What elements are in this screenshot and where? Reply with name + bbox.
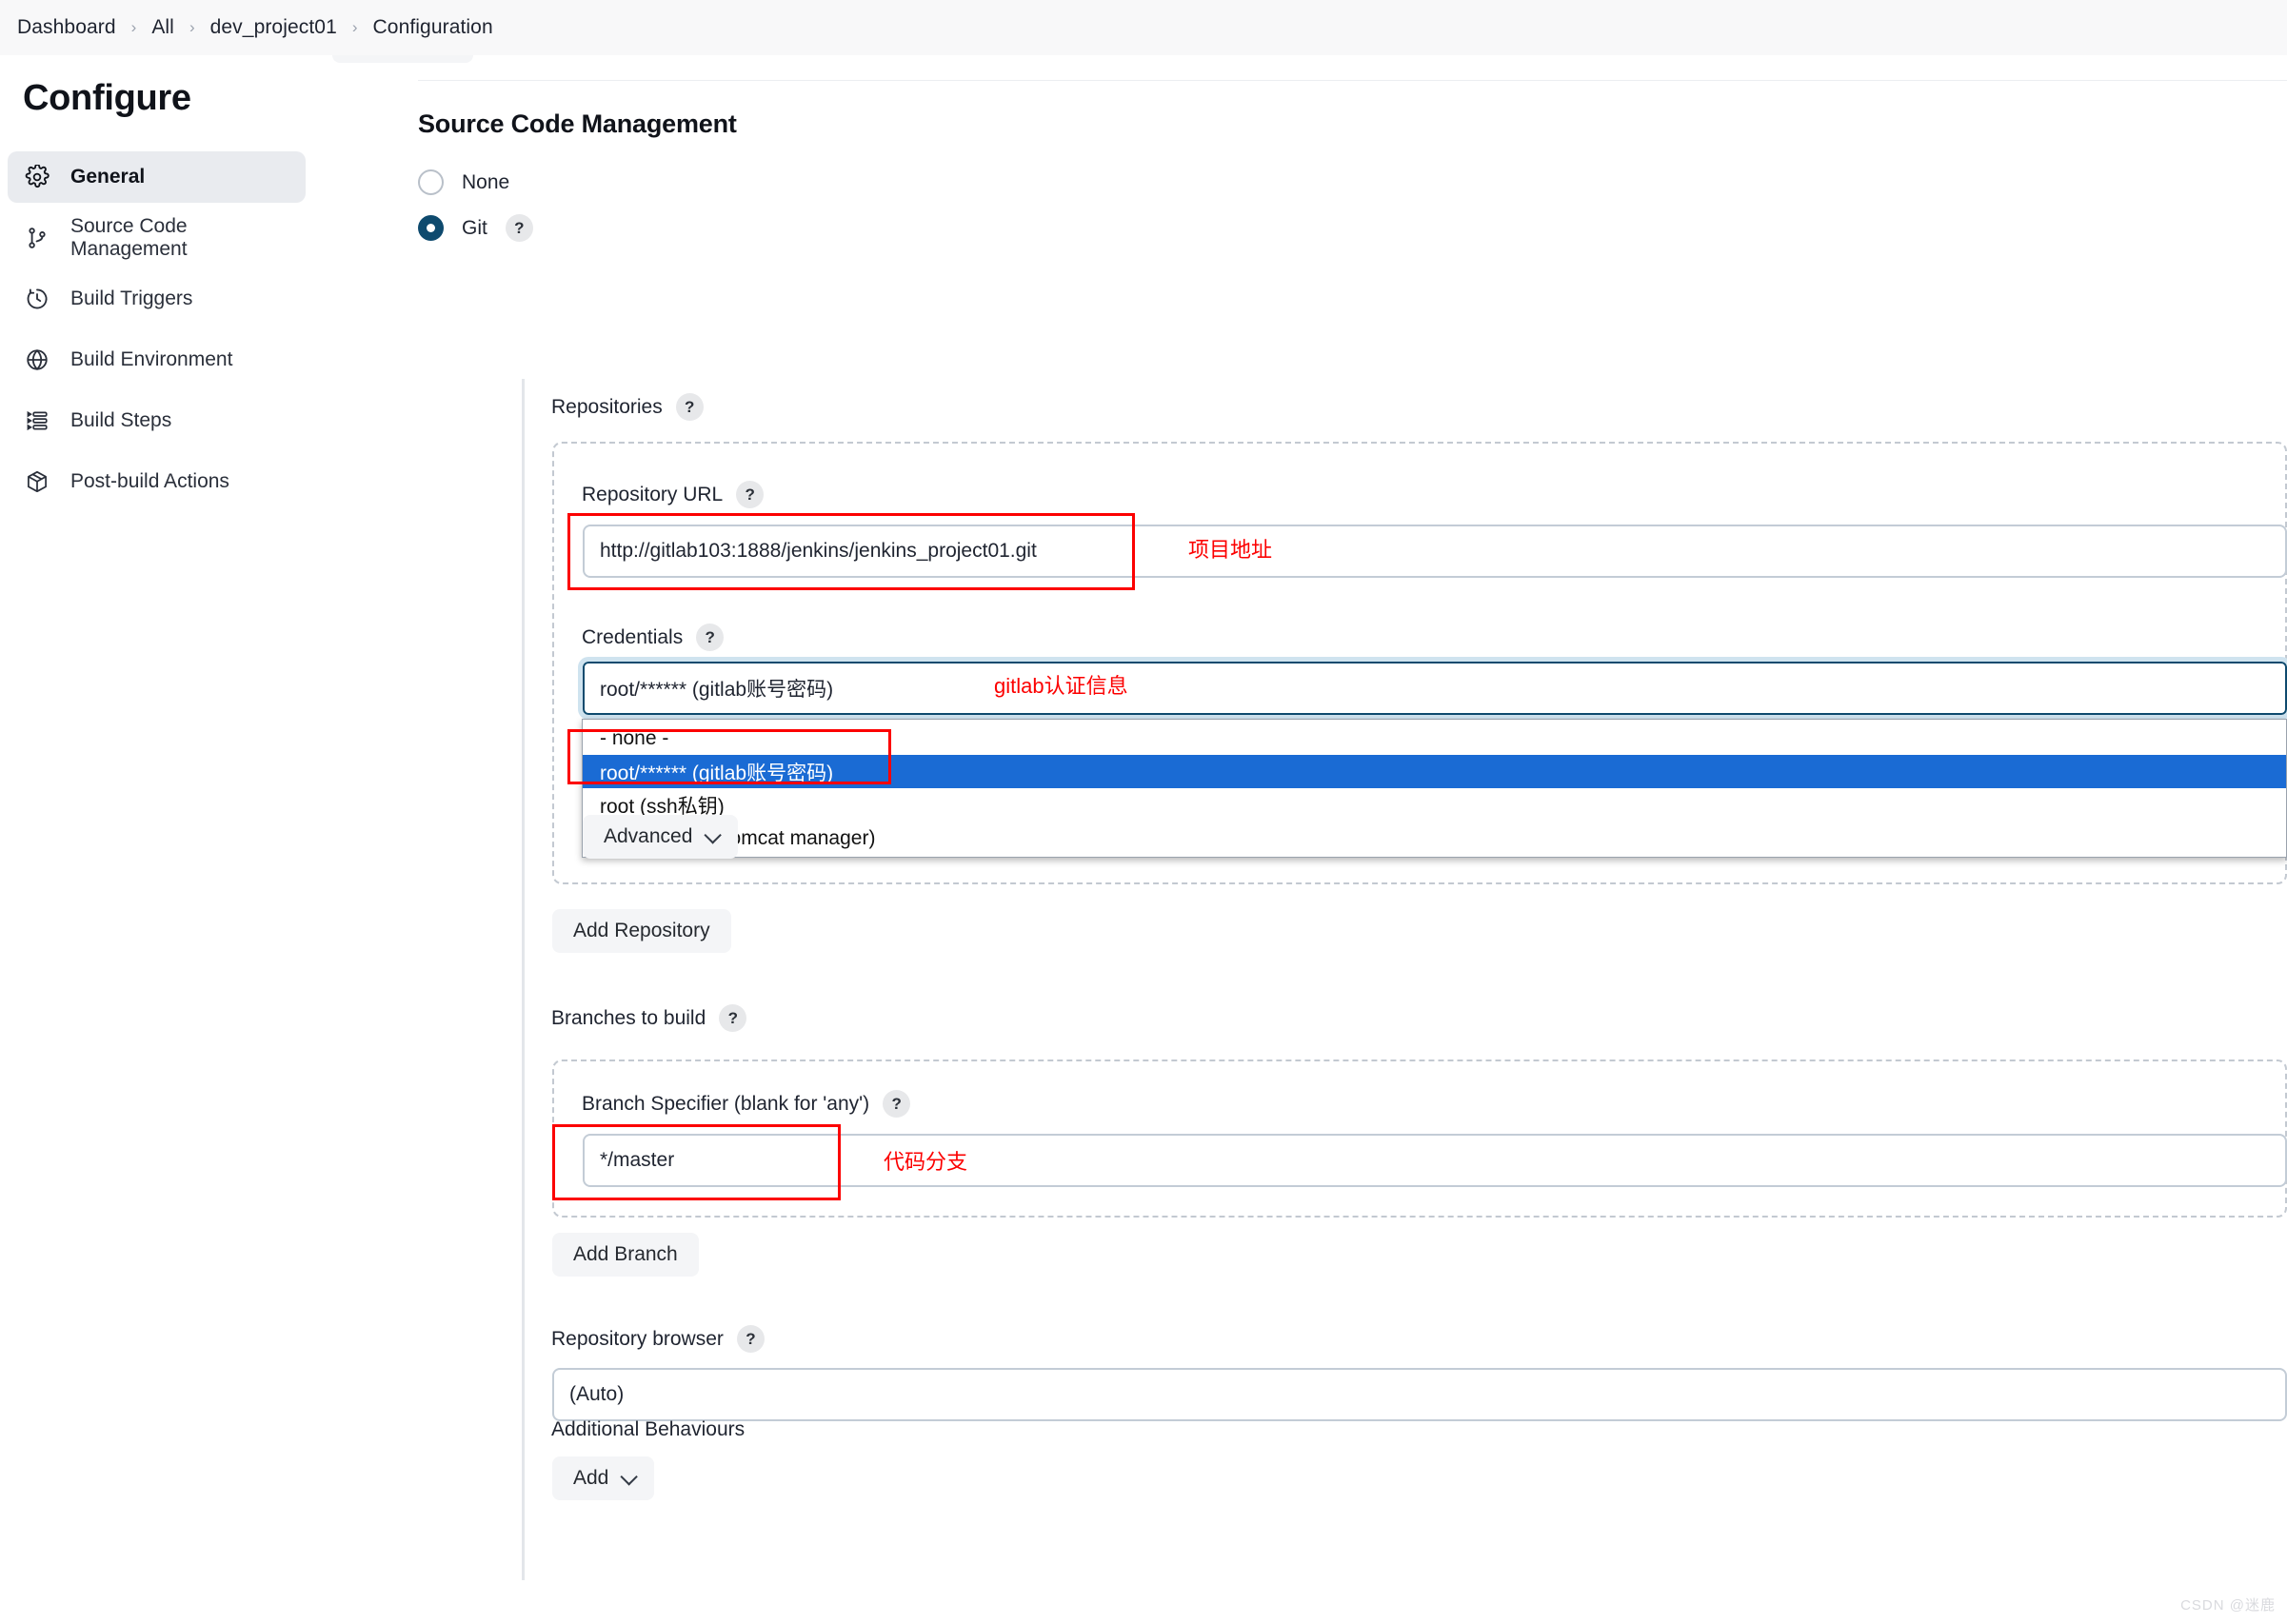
credentials-select[interactable]: root/****** (gitlab账号密码) [578, 657, 2287, 720]
scm-option-none-label: None [462, 170, 510, 193]
scm-option-none[interactable]: None [418, 169, 509, 195]
annotation-repository-url: 项目地址 [1188, 538, 1273, 562]
breadcrumb-item-configuration[interactable]: Configuration [369, 14, 497, 41]
radio-git[interactable] [418, 215, 444, 241]
content-divider [418, 80, 2287, 81]
breadcrumb-separator-icon: › [351, 17, 358, 36]
list-icon [25, 408, 50, 433]
watermark: CSDN @迷鹿 [2180, 1597, 2276, 1614]
sidebar-item-label: Build Steps [70, 409, 172, 431]
git-branch-icon [25, 226, 50, 250]
repository-url-label: Repository URL [582, 483, 724, 505]
help-icon-branches-to-build[interactable]: ? [719, 1004, 747, 1032]
credentials-label: Credentials [582, 625, 684, 648]
additional-behaviours-add-label: Add [573, 1467, 609, 1489]
sidebar-item-build-triggers[interactable]: Build Triggers [8, 273, 306, 325]
chevron-down-icon [620, 1467, 639, 1486]
sidebar-item-label: Source Code Management [70, 215, 188, 260]
credentials-option[interactable]: root (ssh私钥) [583, 788, 2286, 822]
branches-to-build-label: Branches to build [551, 1006, 706, 1029]
radio-none[interactable] [418, 169, 444, 195]
sidebar-item-label: Post-build Actions [70, 470, 229, 492]
credentials-option[interactable]: tomcat/****** (tomcat manager) [583, 822, 2286, 855]
sidebar-item-label: Build Environment [70, 348, 233, 370]
add-branch-button[interactable]: Add Branch [552, 1233, 699, 1277]
repository-browser-select[interactable]: (Auto) [552, 1368, 2287, 1421]
breadcrumb-separator-icon: › [189, 17, 195, 36]
additional-behaviours-add-button[interactable]: Add [552, 1456, 655, 1500]
scm-option-git-label: Git [462, 216, 487, 239]
globe-icon [25, 347, 50, 372]
annotation-box-credentials-option [567, 729, 891, 784]
sidebar: Configure General Source Code Management… [0, 55, 332, 1624]
credentials-selected-value: root/****** (gitlab账号密码) [600, 679, 834, 701]
annotation-box-repository-url [567, 513, 1135, 590]
git-section-guide [522, 379, 525, 1580]
sidebar-item-source-code-management[interactable]: Source Code Management [8, 212, 306, 264]
help-icon-repository-browser[interactable]: ? [736, 1325, 765, 1353]
add-repository-label: Add Repository [573, 920, 710, 941]
jenkins-configure-page: Advanced Dashboard › All › dev_project01… [0, 0, 2287, 1624]
breadcrumb-separator-icon: › [130, 17, 137, 36]
additional-behaviours-label: Additional Behaviours [551, 1418, 746, 1440]
sidebar-item-label: Build Triggers [70, 287, 193, 309]
branch-specifier-label-row: Branch Specifier (blank for 'any') ? [582, 1090, 911, 1118]
add-branch-label: Add Branch [573, 1243, 678, 1265]
help-icon-git[interactable]: ? [505, 214, 533, 242]
repository-url-label-row: Repository URL ? [582, 481, 765, 508]
chevron-down-icon [704, 825, 723, 844]
annotation-credentials: gitlab认证信息 [994, 674, 1128, 698]
advanced-button-repositories-label: Advanced [604, 825, 693, 847]
repository-browser-value: (Auto) [569, 1383, 625, 1405]
sidebar-item-label: General [70, 166, 146, 188]
help-icon-repositories[interactable]: ? [675, 393, 704, 421]
repositories-label-row: Repositories ? [551, 393, 704, 421]
sidebar-nav: General Source Code Management Build Tri… [0, 151, 332, 507]
sidebar-item-build-steps[interactable]: Build Steps [8, 395, 306, 446]
annotation-branch-specifier: 代码分支 [884, 1150, 968, 1174]
advanced-button-repositories[interactable]: Advanced [583, 815, 739, 859]
clock-icon [25, 287, 50, 311]
sidebar-item-build-environment[interactable]: Build Environment [8, 334, 306, 386]
sidebar-item-post-build-actions[interactable]: Post-build Actions [8, 456, 306, 507]
repositories-label: Repositories [551, 395, 663, 418]
repository-browser-label-row: Repository browser ? [551, 1325, 765, 1353]
section-title: Source Code Management [418, 109, 737, 138]
scm-option-git[interactable]: Git ? [418, 214, 533, 242]
add-repository-button[interactable]: Add Repository [552, 909, 731, 953]
help-icon-credentials[interactable]: ? [696, 624, 725, 651]
branch-specifier-label: Branch Specifier (blank for 'any') [582, 1092, 870, 1115]
package-icon [25, 469, 50, 494]
repository-browser-label: Repository browser [551, 1327, 724, 1350]
breadcrumb: Dashboard › All › dev_project01 › Config… [0, 0, 2287, 55]
breadcrumb-item-dev-project01[interactable]: dev_project01 [207, 14, 341, 41]
help-icon-repository-url[interactable]: ? [736, 481, 765, 508]
branches-to-build-label-row: Branches to build ? [551, 1004, 747, 1032]
sidebar-item-general[interactable]: General [8, 151, 306, 203]
gear-icon [25, 165, 50, 189]
breadcrumb-item-all[interactable]: All [148, 14, 178, 41]
breadcrumb-item-dashboard[interactable]: Dashboard [13, 14, 120, 41]
help-icon-branch-specifier[interactable]: ? [883, 1090, 911, 1118]
credentials-label-row: Credentials ? [582, 624, 725, 651]
page-title: Configure [23, 78, 191, 118]
annotation-box-branch-specifier [552, 1124, 841, 1200]
